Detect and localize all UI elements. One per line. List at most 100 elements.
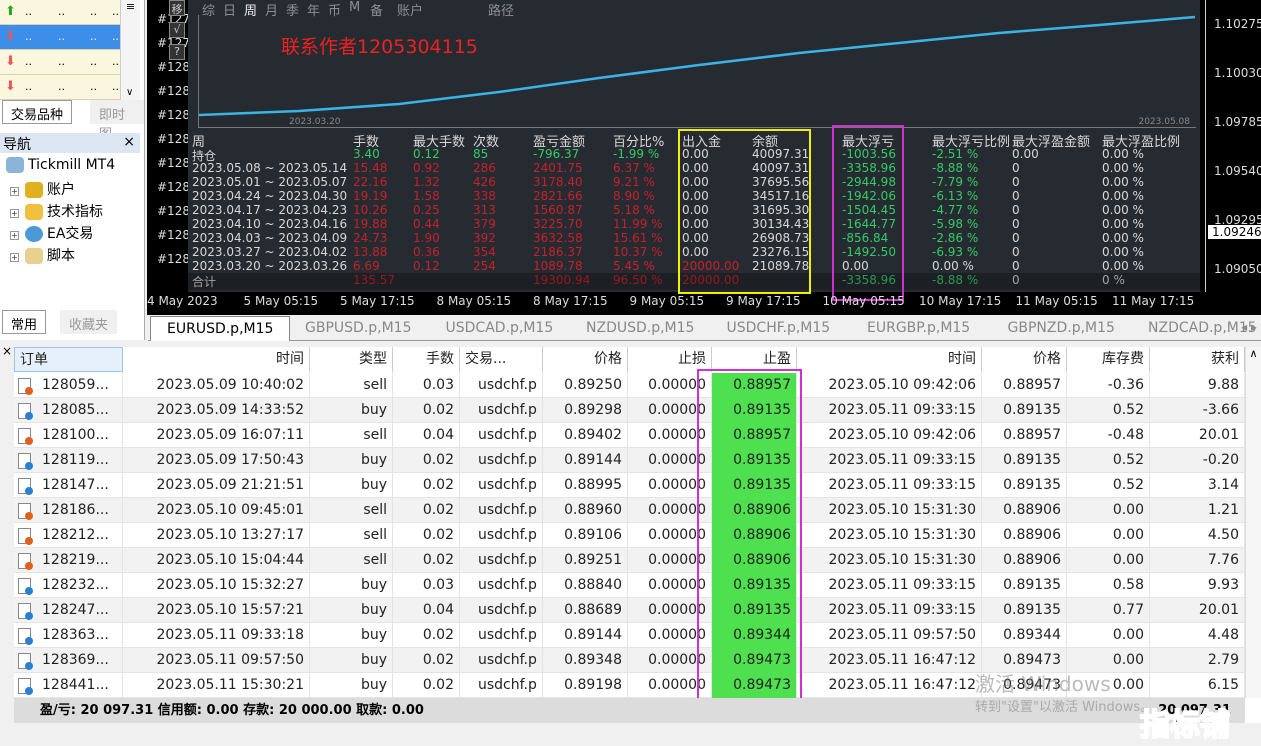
expand-icon[interactable]: + [10, 187, 19, 196]
expand-icon[interactable]: + [10, 231, 19, 240]
tool-button[interactable]: √ [169, 22, 185, 38]
summary-text: 盈/亏: 20 097.31 信用额: 0.00 存款: 20 000.00 取… [40, 703, 424, 718]
nav-item-accounts[interactable]: + 账户 [10, 179, 75, 199]
table-row[interactable]: 128232... 2023.05.10 15:32:27 buy 0.03 usdch… [14, 573, 1245, 598]
column-header[interactable]: 时间 [797, 347, 982, 372]
sell-order-icon [18, 503, 33, 520]
order-cell: 2023.05.10 15:57:21 [123, 598, 310, 623]
order-cell: sell [310, 423, 393, 448]
column-header[interactable]: 获利 [1150, 347, 1245, 372]
order-cell: 0.88957 [982, 373, 1067, 398]
market-watch-row[interactable]: ⬇........ [0, 75, 120, 100]
panel-tab[interactable]: M [349, 0, 360, 15]
order-cell: 2023.05.09 14:33:52 [123, 398, 310, 423]
stats-cell: 0.44 [413, 217, 440, 231]
symbol-tab[interactable]: EURGBP.p,M15 [867, 320, 970, 336]
column-header[interactable]: 交易... [460, 347, 543, 372]
order-cell: 2023.05.11 09:33:15 [797, 448, 982, 473]
column-header[interactable]: 订单 [14, 347, 123, 372]
stats-cell: 2023.05.08 ~ 2023.05.14 [192, 161, 348, 175]
table-row[interactable]: 128119... 2023.05.09 17:50:43 buy 0.02 usdch… [14, 448, 1245, 473]
tool-button[interactable]: 移 [169, 0, 185, 16]
table-row[interactable]: 128363... 2023.05.11 09:33:18 buy 0.02 usdch… [14, 623, 1245, 648]
column-header[interactable]: 手数 [393, 347, 460, 372]
table-row[interactable]: 128247... 2023.05.10 15:57:21 buy 0.04 usdch… [14, 598, 1245, 623]
table-scrollbar[interactable]: ∧ [1245, 347, 1261, 698]
order-dot-icon [25, 537, 33, 545]
order-cell: 0.02 [393, 398, 460, 423]
symbol-tab[interactable]: NZDUSD.p,M15 [586, 320, 694, 336]
time-label: 11 May 05:15 [1015, 294, 1098, 308]
order-cell: 0.89344 [982, 623, 1067, 648]
market-watch-cell: .. [58, 30, 65, 43]
column-header[interactable]: 价格 [543, 347, 628, 372]
highlight-take-profit [697, 369, 802, 705]
tab-symbols[interactable]: 交易品种 [2, 100, 73, 124]
stats-cell: 0.00 [1012, 147, 1039, 161]
symbol-tab[interactable]: EURUSD.p,M15 [150, 316, 291, 341]
column-header[interactable]: 价格 [982, 347, 1067, 372]
table-row[interactable]: 128212... 2023.05.10 13:27:17 sell 0.02 usdc… [14, 523, 1245, 548]
market-watch-row[interactable]: ⬇........ [0, 50, 120, 75]
table-row[interactable]: 128147... 2023.05.09 21:21:51 buy 0.02 usdch… [14, 473, 1245, 498]
trade-label: #128 [157, 132, 190, 146]
trade-label: #128 [157, 228, 190, 242]
tab-tick-chart[interactable]: 即时图 [90, 100, 144, 142]
arrow-down-icon: ⬇ [5, 79, 16, 94]
order-cell: buy [310, 448, 393, 473]
order-cell: buy [310, 573, 393, 598]
symbol-tab[interactable]: USDCAD.p,M15 [446, 320, 554, 336]
stats-cell: 15.61 % [613, 231, 663, 245]
stats-cell: 11.99 % [613, 217, 663, 231]
order-cell: -0.36 [1067, 373, 1150, 398]
market-watch-row[interactable]: ⬇........ [0, 25, 120, 50]
order-dot-icon [25, 462, 33, 470]
table-row[interactable]: 128186... 2023.05.10 09:45:01 sell 0.02 usdc… [14, 498, 1245, 523]
table-row[interactable]: 128059... 2023.05.09 10:40:02 sell 0.03 usdc… [14, 373, 1245, 398]
stats-cell: 2023.04.17 ~ 2023.04.23 [192, 203, 348, 217]
order-cell: 0.02 [393, 473, 460, 498]
tab-favorites[interactable]: 收藏夹 [60, 310, 118, 334]
order-cell: 0.03 [393, 573, 460, 598]
buy-order-icon [18, 628, 33, 645]
stats-cell: -7.79 % [932, 175, 979, 189]
chart-window[interactable]: #127 #127 #128 #128 #128 #128 #128 #128 #128 #128… [147, 0, 1261, 315]
order-cell: 0.03 [393, 373, 460, 398]
order-cell: buy [310, 648, 393, 673]
column-header[interactable]: 时间 [123, 347, 310, 372]
close-icon[interactable]: × [123, 134, 135, 150]
column-header[interactable]: 类型 [310, 347, 393, 372]
close-icon[interactable]: × [2, 344, 12, 358]
market-watch-cell: .. [58, 55, 65, 68]
tool-button[interactable]: ? [169, 44, 185, 60]
sell-order-icon [18, 428, 33, 445]
expand-icon[interactable]: + [10, 253, 19, 262]
nav-item-ea[interactable]: + EA交易 [10, 223, 93, 243]
table-row[interactable]: 128219... 2023.05.10 15:04:44 sell 0.02 usdc… [14, 548, 1245, 573]
expand-icon[interactable]: + [10, 209, 19, 218]
order-cell: 0.89348 [543, 648, 628, 673]
order-cell: usdchf.p [460, 523, 543, 548]
tab-scroll-arrows[interactable]: ◂ ▸ [1241, 320, 1257, 334]
nav-item-scripts[interactable]: + 脚本 [10, 245, 75, 265]
nav-root[interactable]: Tickmill MT4 [6, 157, 115, 173]
column-header[interactable]: 库存费 [1067, 347, 1150, 372]
market-watch-row[interactable]: ⬆........ [0, 0, 120, 25]
symbol-tab[interactable]: GBPNZD.p,M15 [1008, 320, 1115, 336]
price-label: 1.09785 [1214, 115, 1261, 129]
market-watch-cell: .. [112, 80, 119, 93]
stats-cell: -796.37 [533, 147, 580, 161]
table-row[interactable]: 128085... 2023.05.09 14:33:52 buy 0.02 usdch… [14, 398, 1245, 423]
market-watch-cell: .. [25, 5, 32, 18]
stats-cell: -8.88 % [932, 161, 979, 175]
nav-item-indicators[interactable]: + 技术指标 [10, 201, 103, 221]
order-cell: usdchf.p [460, 473, 543, 498]
table-row[interactable]: 128100... 2023.05.09 16:07:11 sell 0.04 usdc… [14, 423, 1245, 448]
order-cell: 2023.05.10 09:42:06 [797, 373, 982, 398]
stats-cell: 0.00 % [1102, 147, 1144, 161]
market-watch-scrollbar[interactable]: ≡ ∨ [120, 0, 140, 100]
tab-common[interactable]: 常用 [2, 310, 47, 334]
symbol-tab[interactable]: USDCHF.p,M15 [727, 320, 831, 336]
symbol-tab[interactable]: GBPUSD.p,M15 [305, 320, 412, 336]
stats-cell: 0.36 [413, 245, 440, 259]
